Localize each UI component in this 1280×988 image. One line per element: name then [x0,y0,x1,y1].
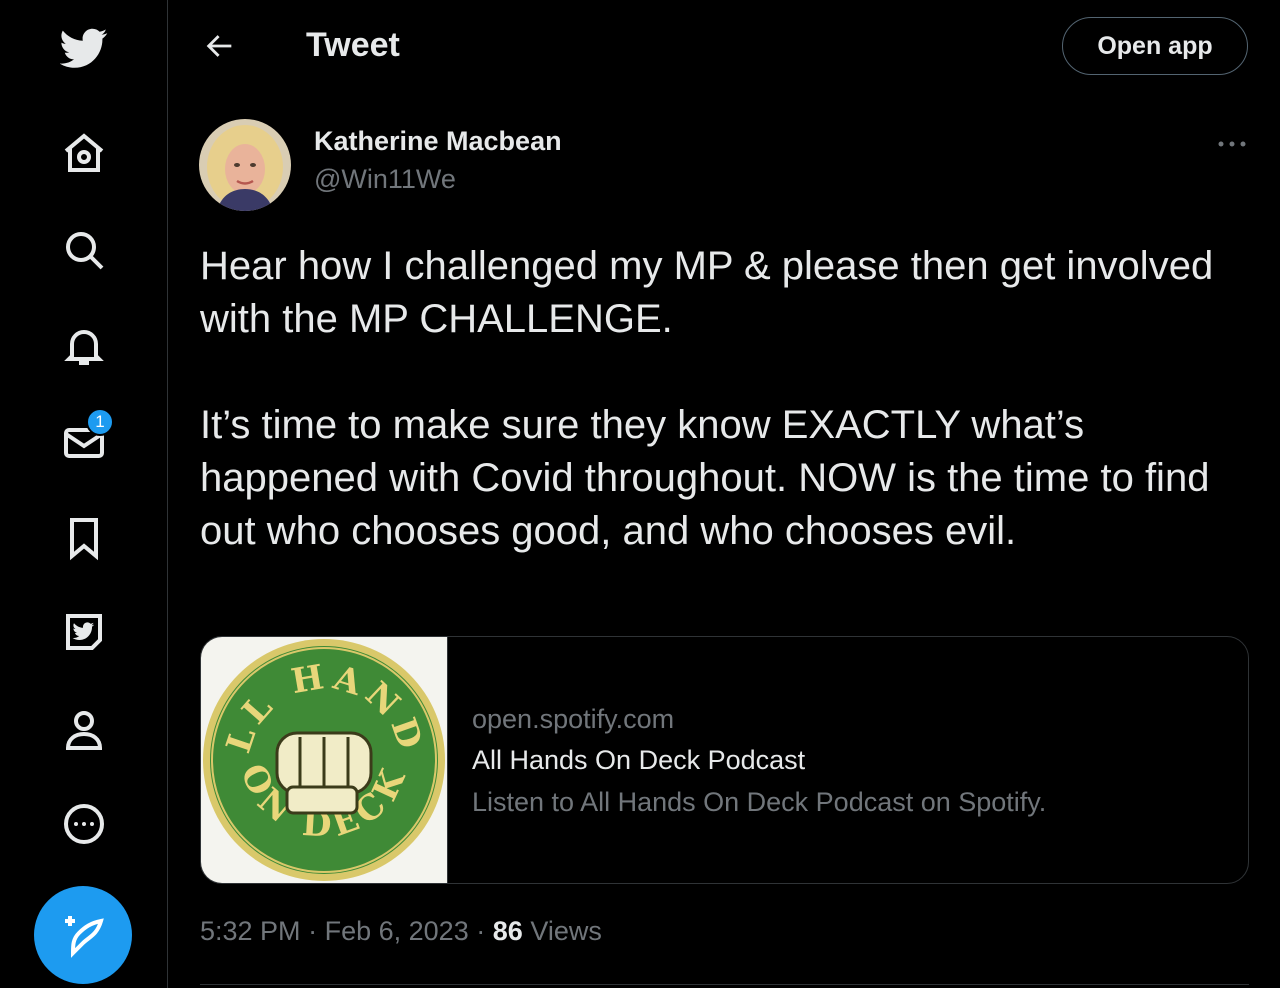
sidebar: 1 [0,0,168,988]
card-thumbnail: ALL HANDS ON DECK [201,637,448,883]
meta-separator: · [476,916,486,946]
bell-icon[interactable] [56,318,112,374]
bookmark-icon[interactable] [56,510,112,566]
views-label: Views [530,916,602,946]
more-circle-icon[interactable] [56,796,112,852]
twitter-blue-icon[interactable] [56,604,112,660]
link-card[interactable]: ALL HANDS ON DECK open.spotify.com All H… [200,636,1249,884]
home-icon[interactable] [56,126,112,182]
tweet-time[interactable]: 5:32 PM [200,916,301,946]
messages-badge: 1 [86,408,114,436]
twitter-logo-icon[interactable] [56,20,112,76]
tweet-date[interactable]: Feb 6, 2023 [325,916,469,946]
more-horizontal-icon [1218,141,1246,147]
card-description: Listen to All Hands On Deck Podcast on S… [472,787,1047,817]
author-name[interactable]: Katherine Macbean [314,126,562,157]
card-domain: open.spotify.com [472,704,675,734]
page-title: Tweet [306,26,400,64]
back-button[interactable] [196,22,244,70]
divider [200,984,1249,985]
views-count: 86 [492,916,523,946]
search-icon[interactable] [56,222,112,278]
card-title: All Hands On Deck Podcast [472,745,806,775]
avatar[interactable] [199,119,291,211]
tweet-text: Hear how I challenged my MP & please the… [200,244,1214,553]
more-options-button[interactable] [1208,124,1256,164]
author-handle[interactable]: @Win11We [314,164,456,195]
meta-separator: · [308,916,318,946]
feather-plus-icon [65,916,104,958]
open-app-button[interactable]: Open app [1062,17,1248,75]
fist-icon [275,731,373,815]
profile-icon[interactable] [56,702,112,758]
tweet-meta: 5:32 PM · Feb 6, 2023 · 86 Views [200,916,602,947]
compose-button[interactable] [34,886,132,984]
arrow-left-icon [206,35,232,57]
